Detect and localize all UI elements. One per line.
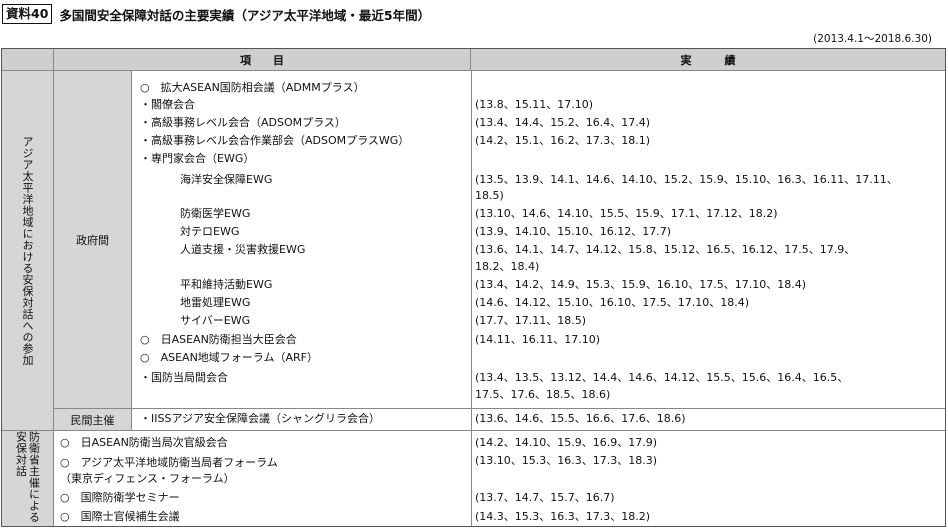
gov-item: 人道支援・災害救援EWG [180, 243, 306, 256]
gov-result: (13.6、14.1、14.7、14.12、15.8、15.12、16.5、16… [475, 243, 856, 256]
section-label-asia-pacific-text: アジア太平洋地域における安保対話への参加 [21, 135, 34, 366]
gov-item: ・閣僚会合 [140, 98, 195, 111]
mod-item: ○ 日ASEAN防衛当局次官級会合 [60, 436, 228, 449]
column-divider [471, 71, 472, 526]
gov-result: (14.2、15.1、16.2、17.3、18.1) [475, 134, 651, 147]
gov-item: ・国防当局間会合 [140, 371, 228, 384]
gov-item: 対テロEWG [180, 225, 240, 238]
gov-result: (14.6、14.12、15.10、16.10、17.5、17.10、18.4) [475, 296, 750, 309]
gov-item: 海洋安全保障EWG [180, 173, 273, 186]
row-divider-private [54, 408, 945, 409]
gov-item: 地雷処理EWG [180, 296, 251, 309]
gov-item: 平和維持活動EWG [180, 278, 273, 291]
private-label-cell: 民間主催 [54, 409, 132, 431]
gov-result: (13.4、14.2、14.9、15.3、15.9、16.10、17.5、17.… [475, 278, 807, 291]
gov-result: 18.2、18.4) [475, 260, 540, 273]
gov-result: (13.4、14.4、15.2、16.4、17.4) [475, 116, 651, 129]
document-label: 資料40 [2, 4, 53, 24]
document-period: (2013.4.1〜2018.6.30) [813, 33, 932, 45]
gov-item: ・高級事務レベル会合（ADSOMプラス） [140, 116, 346, 129]
gov-result: (13.4、13.5、13.12、14.4、14.6、14.12、15.5、15… [475, 371, 849, 384]
gov-result: 17.5、17.6、18.5、18.6) [475, 388, 611, 401]
mod-result: (14.2、14.10、15.9、16.9、17.9) [475, 436, 658, 449]
gov-label: 政府間 [76, 234, 109, 247]
mod-result: (13.7、14.7、15.7、16.7) [475, 491, 615, 504]
private-item: ・IISSアジア安全保障会議（シャングリラ会合） [140, 412, 381, 425]
gov-item: ・高級事務レベル会合作業部会（ADSOMプラスWG） [140, 134, 410, 147]
header-item: 項 目 [54, 49, 471, 71]
section-label-mod-text: 防衛省主催による安保対話 [14, 431, 41, 523]
gov-item: ・専門家会合（EWG） [140, 152, 255, 165]
mod-item: ○ 国際防衛学セミナー [60, 491, 180, 504]
gov-item: ○ 日ASEAN防衛担当大臣会合 [140, 333, 297, 346]
private-label: 民間主催 [70, 414, 115, 427]
section-label-mod: 防衛省主催による安保対話 [2, 431, 54, 526]
mod-result: (13.10、15.3、16.3、17.3、18.3) [475, 454, 658, 467]
gov-result: (13.10、14.6、14.10、15.5、15.9、17.1、17.12、1… [475, 207, 778, 220]
gov-item: ○ 拡大ASEAN国防相会議（ADMMプラス） [140, 81, 365, 94]
header-result: 実 績 [471, 49, 945, 71]
section-label-asia-pacific: アジア太平洋地域における安保対話への参加 [2, 71, 54, 431]
document-header: 資料40 多国間安全保障対話の主要実績（アジア太平洋地域・最近5年間） [2, 3, 430, 25]
mod-item: ○ 国際士官候補生会議 [60, 510, 180, 523]
gov-item: 防衛医学EWG [180, 207, 251, 220]
mod-item: ○ アジア太平洋地域防衛当局者フォーラム [60, 456, 278, 469]
gov-label-cell: 政府間 [54, 71, 132, 409]
private-result: (13.6、14.6、15.5、16.6、17.6、18.6) [475, 412, 686, 425]
document-title: 多国間安全保障対話の主要実績（アジア太平洋地域・最近5年間） [59, 7, 431, 23]
gov-item: ○ ASEAN地域フォーラム（ARF） [140, 351, 318, 364]
dialogue-table: 項 目 実 績 アジア太平洋地域における安保対話への参加 政府間 民間主催 防衛… [1, 48, 946, 527]
gov-result: (13.8、15.11、17.10) [475, 98, 594, 111]
mod-item: （東京ディフェンス・フォーラム） [60, 472, 235, 485]
row-divider-mod [54, 430, 945, 431]
mod-result: (14.3、15.3、16.3、17.3、18.2) [475, 510, 651, 523]
gov-item: サイバーEWG [180, 314, 251, 327]
gov-result: (17.7、17.11、18.5) [475, 314, 587, 327]
gov-result: (13.5、13.9、14.1、14.6、14.10、15.2、15.9、15.… [475, 173, 898, 186]
gov-result: (14.11、16.11、17.10) [475, 333, 601, 346]
header-blank [2, 49, 54, 71]
gov-result: 18.5) [475, 189, 504, 202]
gov-result: (13.9、14.10、15.10、16.12、17.7) [475, 225, 672, 238]
